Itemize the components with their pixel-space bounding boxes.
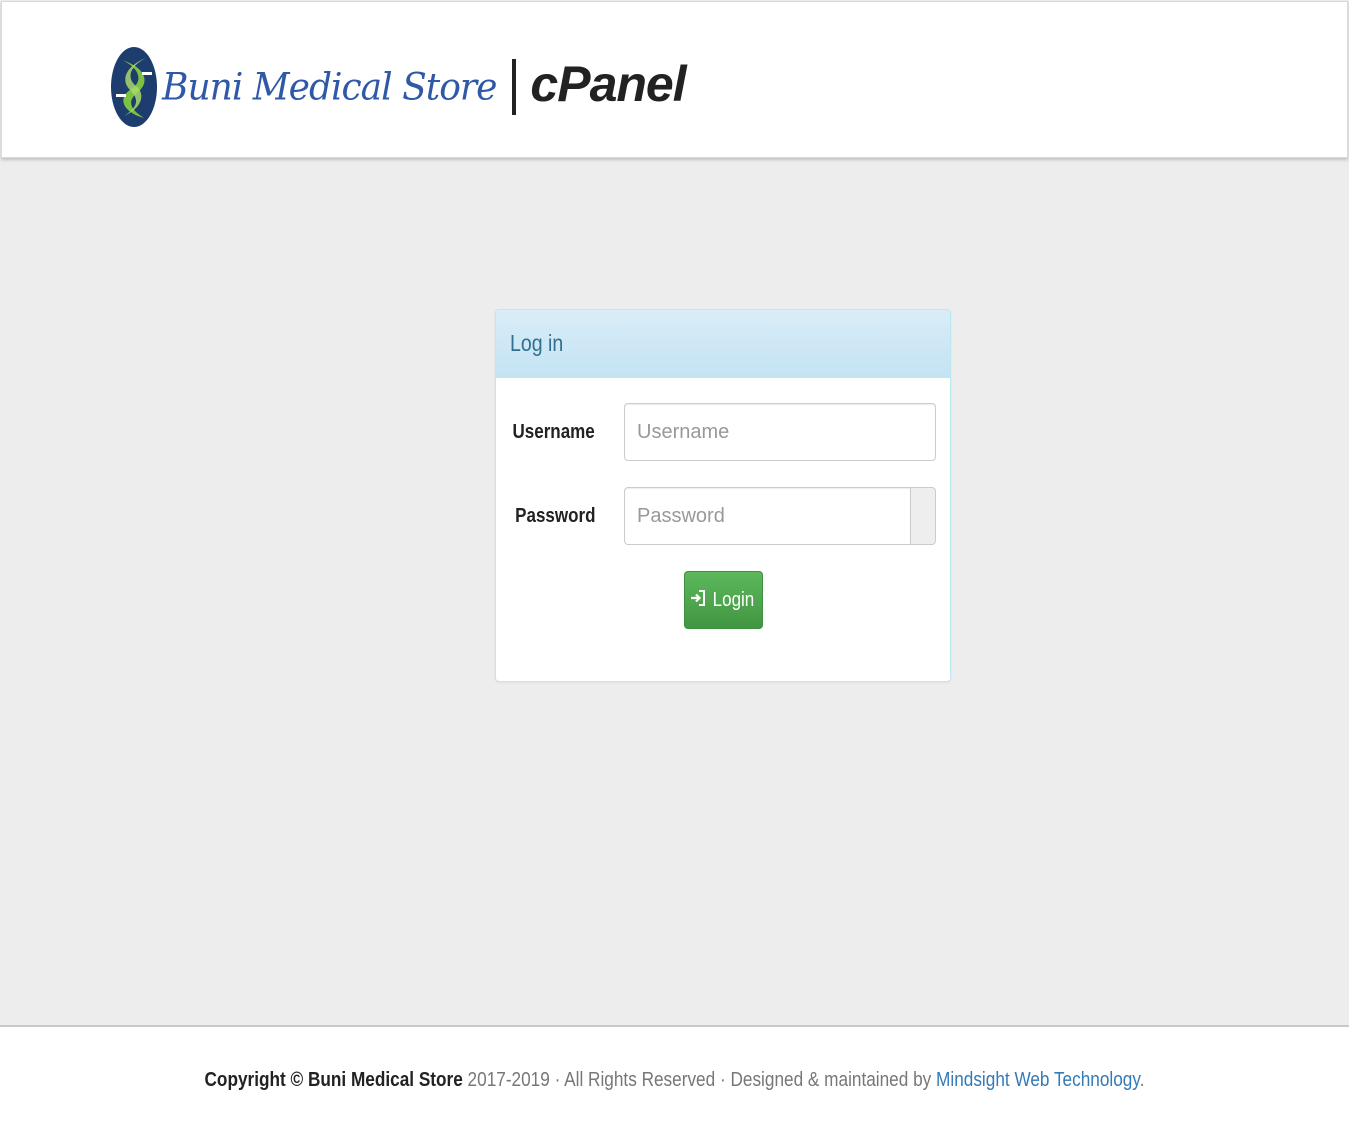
panel-heading: Log in xyxy=(496,310,950,378)
login-button[interactable]: Login xyxy=(684,571,763,629)
brand-suffix: cPanel xyxy=(530,56,686,112)
password-label: Password xyxy=(514,505,595,527)
panel-title: Log in xyxy=(510,330,564,356)
footer-rights: 2017-2019 · All Rights Reserved · Design… xyxy=(462,1069,937,1091)
brand-name: Buni Medical Store xyxy=(162,65,497,109)
password-input[interactable] xyxy=(624,487,911,545)
footer-text: Copyright © Buni Medical Store 2017-2019… xyxy=(0,1069,1349,1092)
login-panel: Log in Username Password Login xyxy=(495,309,951,682)
footer-period: . xyxy=(1139,1069,1145,1091)
brand-divider xyxy=(512,59,517,115)
username-row: Username xyxy=(496,403,952,461)
caduceus-leaf-logo-icon xyxy=(111,47,157,127)
password-addon[interactable] xyxy=(910,487,936,545)
login-button-label: Login xyxy=(712,588,754,611)
footer-copyright: Copyright © Buni Medical Store xyxy=(204,1069,463,1091)
footer-designer-link[interactable]: Mindsight Web Technology xyxy=(936,1069,1140,1091)
username-input[interactable] xyxy=(624,403,936,461)
password-row: Password xyxy=(496,487,952,545)
brand-logo[interactable]: Buni Medical Store cPanel xyxy=(110,46,687,128)
username-label: Username xyxy=(512,421,595,443)
login-enter-icon xyxy=(690,589,706,612)
site-footer: Copyright © Buni Medical Store 2017-2019… xyxy=(0,1025,1349,1130)
site-header: Buni Medical Store cPanel xyxy=(1,1,1348,158)
